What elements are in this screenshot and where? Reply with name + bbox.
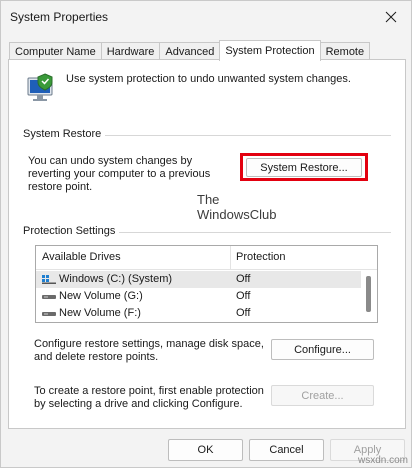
configure-button[interactable]: Configure... (271, 339, 374, 360)
drive-row[interactable]: New Volume (G:) Off (36, 288, 361, 305)
drives-list-header: Available Drives Protection (36, 246, 377, 270)
protection-settings-heading: Protection Settings (23, 225, 120, 237)
system-protection-panel: Use system protection to undo unwanted s… (8, 59, 406, 429)
system-restore-button[interactable]: System Restore... (246, 158, 362, 177)
close-icon (385, 11, 397, 23)
drive-row[interactable]: Windows (C:) (System) Off (36, 271, 361, 288)
drive-icon (42, 312, 56, 316)
drive-row[interactable]: New Volume (F:) Off (36, 305, 361, 322)
corner-watermark: wsxdn.com (357, 455, 408, 466)
intro-text: Use system protection to undo unwanted s… (66, 73, 351, 85)
create-description: To create a restore point, first enable … (34, 385, 264, 410)
drive-icon (42, 295, 56, 299)
watermark-line-2: WindowsClub (197, 207, 277, 222)
drive-protection-status: Off (236, 307, 251, 319)
watermark: The WindowsClub (197, 192, 276, 222)
tab-bar: Computer Name Hardware Advanced System P… (9, 40, 371, 61)
drives-scrollbar[interactable] (366, 276, 371, 312)
column-separator (230, 246, 231, 270)
drive-protection-status: Off (236, 290, 251, 302)
system-restore-description: You can undo system changes by reverting… (28, 155, 211, 193)
drive-name: Windows (C:) (System) (59, 273, 173, 285)
ok-button[interactable]: OK (168, 439, 243, 461)
column-header-available-drives[interactable]: Available Drives (42, 251, 121, 263)
tab-system-protection[interactable]: System Protection (219, 40, 321, 61)
title-bar: System Properties (1, 1, 411, 35)
system-restore-heading: System Restore (23, 128, 106, 140)
windows-drive-icon (42, 275, 56, 284)
configure-description: Configure restore settings, manage disk … (34, 338, 264, 363)
window-title: System Properties (10, 10, 109, 24)
drive-protection-status: Off (236, 273, 251, 285)
drive-name: New Volume (F:) (59, 307, 141, 319)
monitor-shield-icon (27, 73, 53, 101)
close-button[interactable] (379, 5, 403, 29)
cancel-button[interactable]: Cancel (249, 439, 324, 461)
drive-name: New Volume (G:) (59, 290, 143, 302)
create-button[interactable]: Create... (271, 385, 374, 406)
system-properties-window: System Properties Computer Name Hardware… (0, 0, 412, 468)
column-header-protection[interactable]: Protection (236, 251, 286, 263)
drives-list[interactable]: Available Drives Protection Windows (C:)… (35, 245, 378, 323)
watermark-line-1: The (197, 192, 220, 207)
